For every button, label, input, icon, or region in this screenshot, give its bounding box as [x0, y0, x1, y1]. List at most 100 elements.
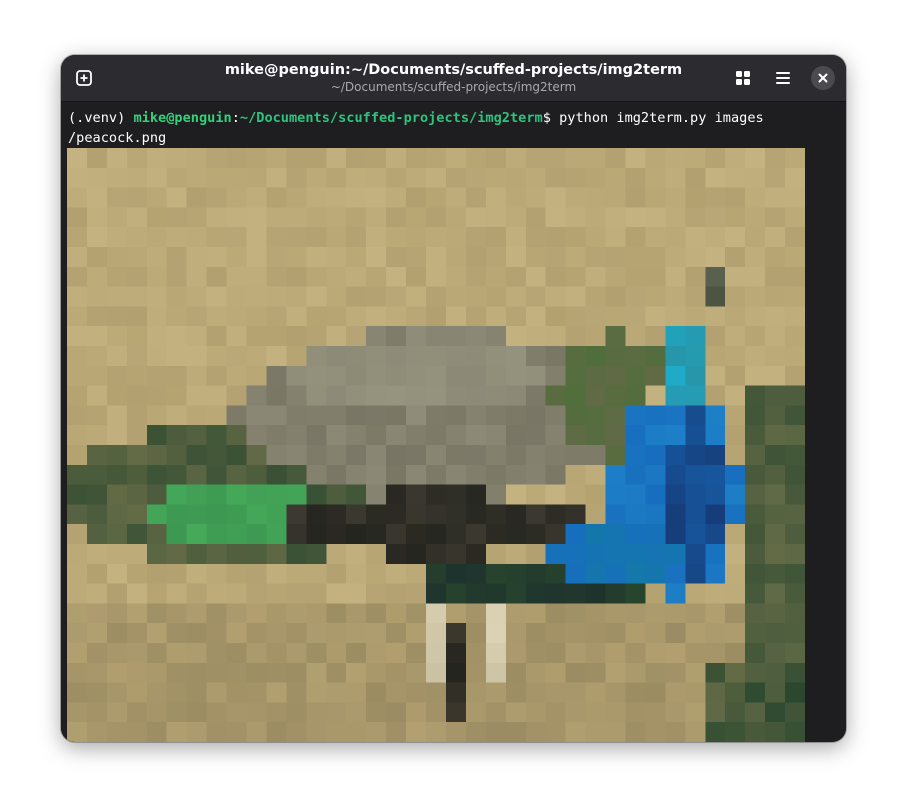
image-pixel — [465, 286, 486, 307]
image-pixel — [146, 722, 167, 742]
image-pixel — [665, 405, 686, 426]
image-pixel — [505, 227, 526, 247]
image-pixel — [645, 167, 666, 188]
image-pixel — [505, 563, 526, 584]
image-pixel — [785, 583, 805, 604]
image-pixel — [146, 247, 167, 267]
image-pixel — [406, 167, 427, 188]
image-pixel — [106, 425, 127, 445]
image-pixel — [565, 405, 586, 426]
image-pixel — [465, 266, 486, 287]
image-pixel — [485, 207, 506, 228]
close-button[interactable] — [811, 66, 835, 90]
image-pixel — [406, 148, 427, 168]
prompt-path: ~/Documents/scuffed-projects/img2term — [239, 110, 543, 126]
image-pixel — [126, 544, 147, 564]
image-pixel — [366, 563, 387, 584]
grid-view-button[interactable] — [729, 64, 757, 92]
image-pixel — [625, 464, 646, 485]
image-pixel — [565, 346, 586, 366]
image-pixel — [166, 167, 187, 188]
image-pixel — [226, 326, 247, 346]
image-pixel — [545, 405, 566, 426]
terminal-scrollbar[interactable] — [838, 102, 846, 742]
image-pixel — [625, 623, 646, 643]
image-pixel — [86, 682, 107, 703]
image-pixel — [306, 266, 327, 287]
image-pixel — [106, 722, 127, 742]
image-pixel — [725, 306, 746, 327]
image-pixel — [386, 445, 407, 465]
image-pixel — [286, 544, 307, 564]
image-pixel — [485, 385, 506, 406]
image-pixel — [326, 365, 347, 386]
image-pixel — [67, 563, 87, 584]
image-pixel — [725, 148, 746, 168]
image-pixel — [306, 207, 327, 228]
image-pixel — [186, 702, 207, 723]
image-pixel — [146, 286, 167, 307]
image-pixel — [705, 623, 726, 643]
image-pixel — [306, 524, 327, 544]
terminal-view[interactable]: (.venv) mike@penguin:~/Documents/scuffed… — [61, 102, 846, 742]
image-pixel — [106, 445, 127, 465]
image-pixel — [386, 464, 407, 485]
image-pixel — [266, 306, 287, 327]
image-pixel — [206, 544, 227, 564]
image-pixel — [146, 682, 167, 703]
image-pixel — [785, 662, 805, 683]
image-pixel — [665, 504, 686, 525]
image-pixel — [426, 266, 446, 287]
image-pixel — [465, 544, 486, 564]
new-tab-button[interactable] — [70, 64, 98, 92]
image-pixel — [186, 504, 207, 525]
image-pixel — [106, 286, 127, 307]
image-pixel — [266, 544, 287, 564]
image-pixel — [126, 247, 147, 267]
image-pixel — [545, 504, 566, 525]
titlebar[interactable]: mike@penguin:~/Documents/scuffed-project… — [61, 55, 846, 102]
image-pixel — [186, 266, 207, 287]
image-pixel — [246, 227, 267, 247]
image-pixel — [565, 583, 586, 604]
image-pixel — [386, 247, 407, 267]
image-pixel — [565, 623, 586, 643]
image-pixel — [146, 563, 167, 584]
image-pixel — [545, 464, 566, 485]
image-pixel — [685, 425, 706, 445]
image-pixel — [86, 662, 107, 683]
image-pixel — [505, 544, 526, 564]
image-pixel — [705, 187, 726, 208]
image-pixel — [326, 445, 347, 465]
image-pixel — [725, 583, 746, 604]
image-pixel — [445, 722, 466, 742]
image-pixel — [705, 484, 726, 505]
image-pixel — [705, 306, 726, 327]
image-pixel — [585, 266, 606, 287]
image-pixel — [525, 405, 546, 426]
image-pixel — [545, 167, 566, 188]
image-pixel — [166, 385, 187, 406]
image-pixel — [645, 484, 666, 505]
image-pixel — [665, 227, 686, 247]
image-pixel — [226, 563, 247, 584]
main-menu-button[interactable] — [769, 64, 797, 92]
image-pixel — [106, 266, 127, 287]
image-pixel — [685, 603, 706, 624]
image-pixel — [725, 365, 746, 386]
image-pixel — [745, 187, 766, 208]
image-pixel — [745, 563, 766, 584]
image-pixel — [67, 286, 87, 307]
image-pixel — [326, 702, 347, 723]
image-pixel — [86, 187, 107, 208]
image-pixel — [525, 445, 546, 465]
image-pixel — [525, 148, 546, 168]
image-pixel — [286, 484, 307, 505]
image-pixel — [665, 662, 686, 683]
image-pixel — [266, 227, 287, 247]
image-pixel — [326, 207, 347, 228]
image-pixel — [525, 365, 546, 386]
image-pixel — [485, 603, 506, 624]
image-pixel — [206, 148, 227, 168]
image-pixel — [186, 365, 207, 386]
